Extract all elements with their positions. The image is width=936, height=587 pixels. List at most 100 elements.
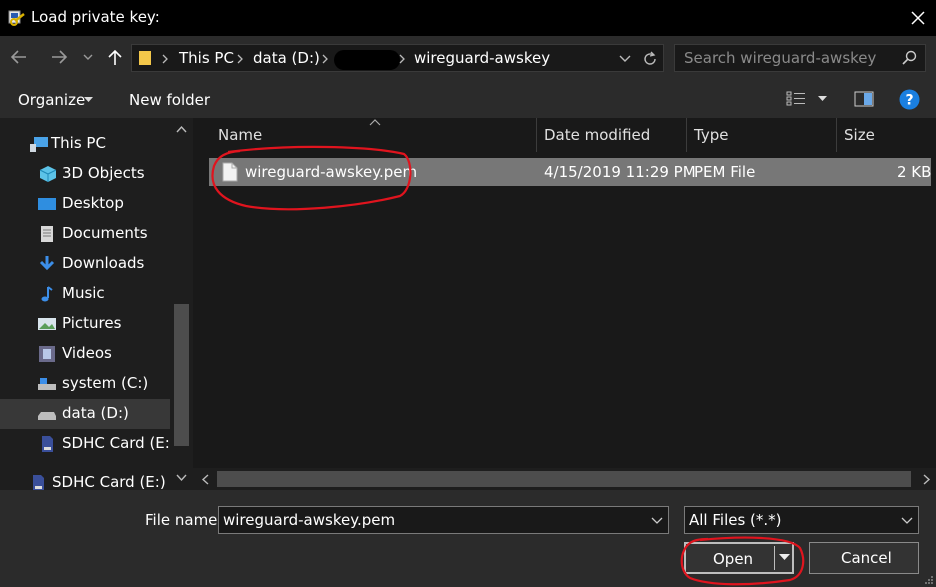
title-bar: Load private key:	[0, 0, 936, 36]
new-folder-button[interactable]: New folder	[129, 91, 210, 109]
refresh-icon[interactable]	[640, 49, 660, 69]
sd-card-icon	[42, 436, 53, 452]
file-type-filter-value: All Files (*.*)	[689, 511, 782, 529]
column-divider[interactable]	[686, 118, 687, 152]
breadcrumb-separator-icon	[237, 54, 243, 64]
table-row[interactable]: wireguard-awskey.pem 4/15/2019 11:29 PM …	[209, 158, 931, 186]
file-icon	[222, 162, 238, 182]
file-list: Name Date modified Type Size wireguard-a…	[193, 118, 936, 490]
sidebar-item-sdhc-e[interactable]: SDHC Card (E:)	[0, 429, 176, 459]
sd-card-icon	[33, 475, 44, 490]
view-options-icon[interactable]	[786, 91, 806, 107]
breadcrumb-data-d[interactable]: data (D:)	[253, 49, 320, 67]
sidebar-item-this-pc[interactable]: This PC	[0, 129, 170, 159]
column-header-date-modified[interactable]: Date modified	[544, 126, 650, 144]
sidebar-item-label: This PC	[51, 134, 106, 152]
breadcrumb-separator-icon	[162, 54, 168, 64]
filter-dropdown-chevron-icon[interactable]	[901, 516, 913, 525]
sidebar-item-videos[interactable]: Videos	[0, 339, 170, 369]
open-dropdown-arrow-icon[interactable]	[779, 554, 790, 561]
scroll-right-arrow-icon[interactable]	[923, 474, 931, 485]
redacted-breadcrumb	[334, 50, 400, 70]
help-icon[interactable]: ?	[899, 89, 920, 110]
column-header-size[interactable]: Size	[844, 126, 875, 144]
folder-icon	[139, 51, 151, 65]
sidebar-item-label: Desktop	[62, 194, 124, 212]
sidebar-item-downloads[interactable]: Downloads	[0, 249, 170, 279]
open-button-split-divider	[774, 546, 775, 570]
column-divider[interactable]	[836, 118, 837, 152]
organize-button[interactable]: Organize	[18, 91, 85, 109]
drive-icon	[38, 412, 56, 420]
close-icon[interactable]	[906, 6, 930, 30]
address-bar[interactable]: This PC data (D:) wireguard-awskey	[131, 44, 664, 72]
file-type-filter-select[interactable]: All Files (*.*)	[684, 506, 919, 534]
pictures-icon	[38, 318, 56, 330]
breadcrumb-this-pc[interactable]: This PC	[179, 49, 234, 67]
column-header-type[interactable]: Type	[694, 126, 728, 144]
sidebar-item-label: Music	[62, 284, 105, 302]
address-dropdown-chevron-icon[interactable]	[618, 53, 632, 65]
sidebar-item-system-c[interactable]: system (C:)	[0, 369, 170, 399]
sidebar-item-label: Videos	[62, 344, 112, 362]
cancel-button[interactable]: Cancel	[809, 542, 919, 574]
sidebar-item-pictures[interactable]: Pictures	[0, 309, 170, 339]
resize-grip-icon[interactable]	[924, 575, 934, 585]
sidebar-item-data-d[interactable]: data (D:)	[0, 399, 170, 429]
desktop-icon	[38, 198, 56, 210]
breadcrumb-wireguard-awskey[interactable]: wireguard-awskey	[414, 49, 550, 67]
sidebar-item-label: system (C:)	[62, 374, 149, 392]
cancel-button-label: Cancel	[841, 549, 892, 567]
file-name-label: File name:	[145, 511, 223, 529]
sidebar-item-music[interactable]: Music	[0, 279, 170, 309]
navigation-pane: This PC 3D Objects Desktop Documents Dow…	[0, 118, 193, 490]
up-arrow-icon[interactable]	[104, 46, 126, 68]
sidebar-item-label: Documents	[62, 224, 148, 242]
scroll-up-arrow-icon[interactable]	[176, 125, 187, 133]
sidebar-item-documents[interactable]: Documents	[0, 219, 170, 249]
horizontal-scroll-thumb[interactable]	[217, 471, 911, 487]
file-name-input[interactable]: wireguard-awskey.pem	[218, 506, 669, 534]
sidebar-scroll-thumb[interactable]	[174, 304, 189, 446]
sidebar-item-3d-objects[interactable]: 3D Objects	[0, 159, 170, 189]
documents-icon	[41, 226, 53, 242]
open-button-label: Open	[713, 550, 754, 568]
recent-locations-chevron-icon[interactable]	[80, 46, 96, 68]
sidebar-scrollbar[interactable]	[170, 118, 193, 490]
column-divider[interactable]	[536, 118, 537, 152]
file-name-cell: wireguard-awskey.pem	[245, 163, 418, 181]
open-button[interactable]: Open	[684, 542, 794, 574]
3d-objects-icon	[39, 166, 57, 182]
preview-pane-icon[interactable]	[854, 91, 874, 107]
organize-dropdown-arrow-icon[interactable]	[84, 97, 93, 103]
search-icon[interactable]	[901, 50, 917, 66]
drive-icon	[38, 378, 56, 390]
downloads-icon	[39, 256, 55, 271]
sort-ascending-icon	[369, 119, 381, 126]
videos-icon	[39, 346, 55, 362]
back-arrow-icon[interactable]	[8, 46, 30, 68]
sidebar-item-sdhc-e-root[interactable]: SDHC Card (E:)	[0, 468, 170, 490]
file-name-dropdown-chevron-icon[interactable]	[651, 516, 663, 525]
sidebar-item-label: Downloads	[62, 254, 145, 272]
window-title: Load private key:	[31, 8, 160, 26]
forward-arrow-icon[interactable]	[48, 46, 70, 68]
sidebar-item-label: SDHC Card (E:)	[62, 434, 176, 452]
search-input[interactable]: Search wireguard-awskey	[674, 44, 926, 72]
sidebar-item-desktop[interactable]: Desktop	[0, 189, 170, 219]
column-header-name[interactable]: Name	[218, 126, 262, 144]
sidebar-item-label: SDHC Card (E:)	[52, 473, 166, 490]
search-placeholder: Search wireguard-awskey	[684, 49, 877, 67]
dialog-footer: File name: wireguard-awskey.pem All File…	[0, 490, 936, 587]
scroll-left-arrow-icon[interactable]	[201, 474, 209, 485]
puttygen-key-icon	[8, 10, 25, 26]
command-toolbar: Organize New folder ?	[0, 80, 936, 118]
file-type-cell: PEM File	[694, 163, 756, 181]
sidebar-item-label: Pictures	[62, 314, 122, 332]
view-dropdown-arrow-icon[interactable]	[818, 96, 827, 102]
breadcrumb-separator-icon	[399, 54, 405, 64]
file-name-value: wireguard-awskey.pem	[223, 511, 396, 529]
sidebar-item-label: 3D Objects	[62, 164, 145, 182]
file-list-horizontal-scrollbar[interactable]	[193, 468, 936, 490]
scroll-down-arrow-icon[interactable]	[176, 474, 187, 482]
